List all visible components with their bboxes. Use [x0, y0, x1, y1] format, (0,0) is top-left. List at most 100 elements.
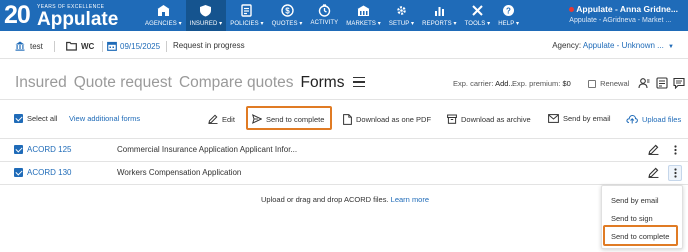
user-name: Appulate - Anna Gridne...	[576, 4, 678, 14]
logo-twenty: 20	[4, 1, 31, 29]
appulate-logo[interactable]: 20 YEARS OF EXCELLENCE Appulate	[4, 1, 139, 30]
nav-setup-label: SETUP ▾	[388, 21, 415, 27]
quotes-icon: $	[280, 3, 294, 17]
edit-label: Edit	[222, 114, 235, 124]
download-pdf-label: Download as one PDF	[356, 115, 432, 124]
nav-activity[interactable]: ACTIVITY	[306, 0, 342, 31]
tools-icon	[470, 3, 484, 17]
context-divider	[54, 41, 55, 52]
send-by-email-label: Send by email	[563, 114, 611, 123]
messages-icon[interactable]	[673, 77, 685, 89]
agencies-icon	[156, 3, 170, 17]
edit-button[interactable]: Edit	[208, 114, 235, 124]
download-pdf-button[interactable]: Download as one PDF	[343, 114, 431, 125]
nav-agencies-label: AGENCIES ▾	[145, 21, 182, 27]
tab-insured[interactable]: Insured	[15, 74, 67, 92]
setup-icon	[395, 3, 409, 17]
user-menu[interactable]: Appulate - Anna Gridne... Appulate - AGr…	[569, 4, 678, 24]
learn-more-link[interactable]: Learn more	[391, 195, 429, 204]
download-archive-label: Download as archive	[461, 114, 531, 124]
insured-name: test	[30, 41, 43, 51]
title-divider-line	[0, 99, 688, 100]
nav-tools-label: TOOLS ▾	[464, 21, 491, 27]
effective-date: 09/15/2025	[120, 41, 161, 51]
line-of-business: WC	[81, 41, 95, 51]
nav-quotes-label: QUOTES ▾	[271, 21, 303, 27]
nav-policies[interactable]: POLICIES ▾	[226, 0, 267, 31]
pencil-icon[interactable]	[648, 144, 659, 155]
pencil-icon[interactable]	[648, 167, 659, 178]
nav-insured-label: INSURED ▾	[189, 21, 223, 27]
nav-insured[interactable]: INSURED ▾	[185, 0, 227, 31]
nav-markets[interactable]: MARKETS ▾	[342, 0, 385, 31]
table-row[interactable]: ACORD 125 Commercial Insurance Applicati…	[0, 139, 688, 161]
renewal-checkbox[interactable]	[588, 80, 596, 89]
help-icon: ?	[502, 3, 516, 17]
context-divider-line	[0, 58, 688, 59]
menu-item-send-to-sign[interactable]: Send to sign	[611, 214, 653, 223]
exp-premium-value: $0	[562, 79, 571, 88]
notes-icon[interactable]	[656, 77, 668, 89]
exp-premium[interactable]: Exp. premium: $0	[512, 79, 571, 88]
send-to-complete-highlight	[246, 106, 332, 130]
form-description: Workers Compensation Application	[117, 168, 242, 177]
tab-compare-quotes[interactable]: Compare quotes	[179, 74, 294, 92]
send-by-email-button[interactable]: Send by email	[548, 114, 611, 123]
contacts-icon[interactable]	[638, 77, 650, 89]
exp-premium-label: Exp. premium:	[512, 79, 561, 88]
upload-files-label: Upload files	[642, 114, 682, 124]
nav-setup[interactable]: SETUP ▾	[385, 0, 418, 31]
forms-toolbar: Select all View additional forms Edit Se…	[0, 110, 688, 130]
chevron-down-icon: ▼	[668, 44, 674, 50]
more-options-icon[interactable]	[668, 142, 682, 158]
row-checkbox[interactable]	[14, 168, 23, 177]
table-row[interactable]: ACORD 130 Workers Compensation Applicati…	[0, 162, 688, 184]
nav-quotes[interactable]: $ QUOTES ▾	[268, 0, 307, 31]
nav-policies-label: POLICIES ▾	[230, 21, 264, 27]
menu-item-send-by-email[interactable]: Send by email	[611, 196, 659, 205]
form-description: Commercial Insurance Application Applica…	[117, 145, 298, 154]
logo-brand: Appulate	[37, 9, 119, 30]
nav-help[interactable]: ? HELP ▾	[494, 0, 523, 31]
form-name-link[interactable]: ACORD 125	[27, 145, 71, 154]
renewal-toggle[interactable]: Renewal	[588, 79, 630, 89]
top-navigation-bar: 20 YEARS OF EXCELLENCE Appulate AGENCIES…	[0, 0, 688, 31]
upload-files-button[interactable]: Upload files	[626, 114, 681, 124]
form-name-link[interactable]: ACORD 130	[27, 168, 71, 177]
agency-value: Appulate - Unknown ...	[582, 41, 664, 50]
nav-agencies[interactable]: AGENCIES ▾	[141, 0, 186, 31]
row-checkbox[interactable]	[14, 145, 23, 154]
agency-selector[interactable]: Agency: Appulate - Unknown ... ▼	[552, 41, 674, 50]
nav-markets-label: MARKETS ▾	[346, 21, 381, 27]
upload-note-text: Upload or drag and drop ACORD files.	[261, 195, 389, 204]
date-context[interactable]: 09/15/2025	[107, 41, 160, 51]
exp-carrier[interactable]: Exp. carrier: Add...	[453, 79, 515, 88]
nav-tools[interactable]: TOOLS ▾	[461, 0, 495, 31]
reports-icon	[432, 3, 446, 17]
view-additional-forms-link[interactable]: View additional forms	[69, 114, 140, 123]
insured-context[interactable]: test	[15, 41, 43, 51]
more-options-icon[interactable]	[668, 165, 682, 181]
cloud-upload-icon	[626, 114, 638, 124]
activity-icon	[317, 3, 331, 17]
calendar-icon	[107, 41, 117, 51]
request-status: Request in progress	[173, 41, 245, 50]
renewal-label: Renewal	[600, 79, 630, 88]
tab-quote-request[interactable]: Quote request	[74, 74, 172, 92]
line-context[interactable]: WC	[66, 41, 94, 51]
hamburger-menu-icon[interactable]	[353, 77, 366, 87]
main-nav: AGENCIES ▾ INSURED ▾ POLICIES ▾ $ QUOTES…	[141, 0, 523, 31]
menu-send-to-complete-highlight	[603, 225, 678, 246]
nav-reports[interactable]: REPORTS ▾	[418, 0, 460, 31]
upload-note: Upload or drag and drop ACORD files. Lea…	[261, 195, 429, 204]
download-archive-button[interactable]: Download as archive	[447, 114, 531, 124]
context-divider	[102, 41, 103, 52]
tab-forms[interactable]: Forms	[301, 74, 345, 92]
institution-icon	[15, 41, 25, 51]
select-all-checkbox[interactable]	[14, 114, 23, 123]
svg-text:?: ?	[506, 6, 511, 15]
user-subtitle: Appulate - AGridneva - Market ...	[569, 17, 672, 24]
select-all[interactable]: Select all	[14, 114, 57, 123]
nav-help-label: HELP ▾	[498, 21, 520, 27]
svg-text:$: $	[285, 6, 290, 15]
